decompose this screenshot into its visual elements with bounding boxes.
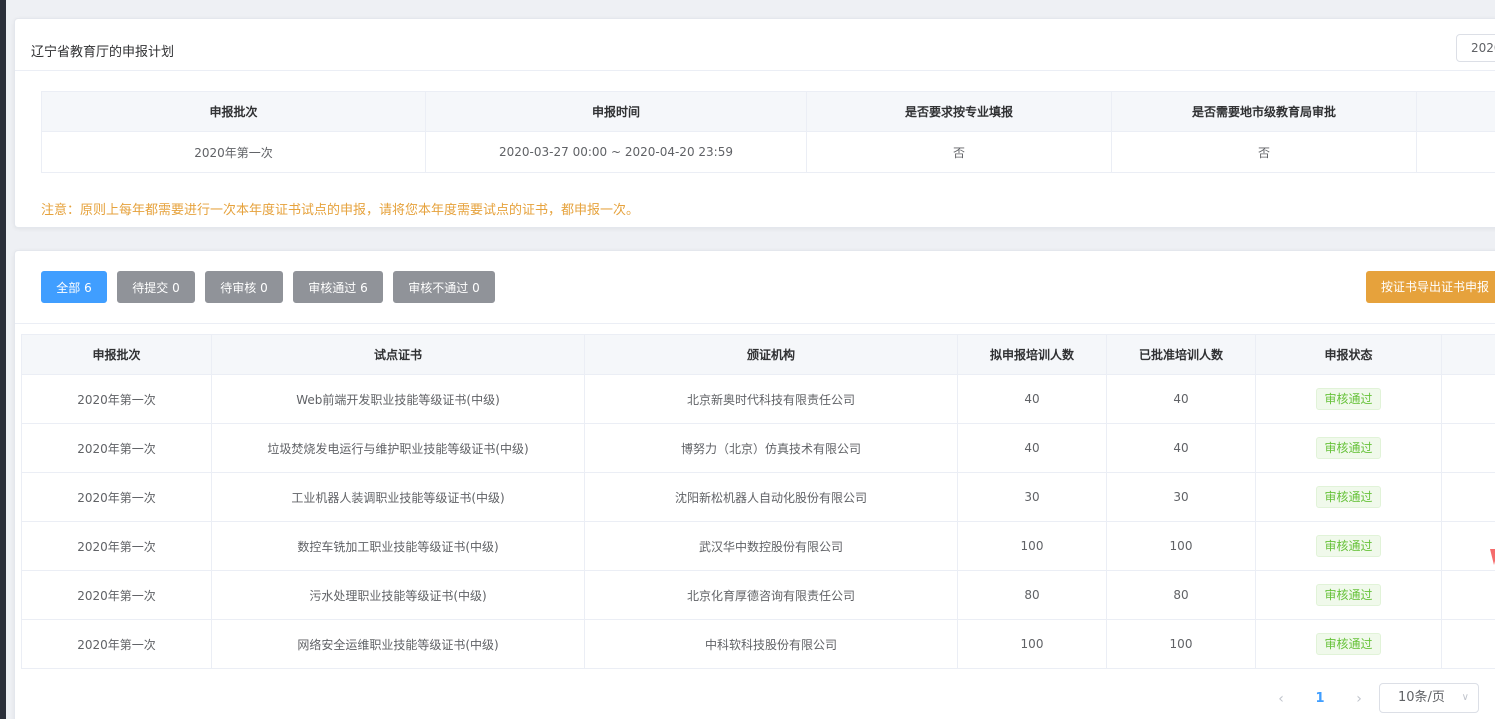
cell-batch: 2020年第一次 (21, 570, 212, 620)
cell-issuer: 中科软科技股份有限公司 (584, 619, 958, 669)
chevron-down-icon: ∨ (1461, 692, 1469, 703)
floating-marker-icon (1490, 549, 1495, 565)
plan-cell-batch: 2020年第一次 (41, 131, 426, 173)
page-size-select[interactable]: 10条/页 ∨ (1379, 683, 1479, 713)
cell-issuer: 博努力（北京）仿真技术有限公司 (584, 423, 958, 473)
divider (15, 323, 1495, 324)
col-status: 申报状态 (1255, 334, 1442, 375)
plan-col-city-approval: 是否需要地市级教育局审批 (1111, 91, 1417, 132)
cell-status: 审核通过 (1255, 374, 1442, 424)
plan-col-time: 申报时间 (425, 91, 807, 132)
status-badge: 审核通过 (1316, 633, 1381, 655)
plan-cell-extra (1416, 131, 1495, 173)
cell-planned: 40 (957, 374, 1107, 424)
cell-batch: 2020年第一次 (21, 472, 212, 522)
table-row: 2020年第一次 污水处理职业技能等级证书(中级) 北京化育厚德咨询有限责任公司… (21, 570, 1495, 620)
status-badge: 审核通过 (1316, 437, 1381, 459)
cell-batch: 2020年第一次 (21, 423, 212, 473)
table-row: 2020年第一次 垃圾焚烧发电运行与维护职业技能等级证书(中级) 博努力（北京）… (21, 423, 1495, 473)
cell-certificate: 垃圾焚烧发电运行与维护职业技能等级证书(中级) (211, 423, 585, 473)
page-size-label: 10条/页 (1398, 690, 1445, 705)
table-header-row: 申报批次 试点证书 颁证机构 拟申报培训人数 已批准培训人数 申报状态 (21, 334, 1495, 375)
sidebar-edge (0, 0, 6, 719)
filter-pending-review-button[interactable]: 待审核 0 (205, 271, 283, 303)
cell-certificate: 网络安全运维职业技能等级证书(中级) (211, 619, 585, 669)
cell-approved: 30 (1106, 472, 1256, 522)
cell-certificate: 污水处理职业技能等级证书(中级) (211, 570, 585, 620)
plan-card-header: 辽宁省教育厅的申报计划 2020 (15, 19, 1495, 71)
cell-actions (1441, 472, 1495, 522)
cell-actions (1441, 423, 1495, 473)
cell-issuer: 北京化育厚德咨询有限责任公司 (584, 570, 958, 620)
plan-cell-time: 2020-03-27 00:00 ~ 2020-04-20 23:59 (425, 131, 807, 173)
status-badge: 审核通过 (1316, 584, 1381, 606)
cell-status: 审核通过 (1255, 619, 1442, 669)
page-number-1[interactable]: 1 (1308, 685, 1332, 713)
cell-certificate: 数控车铣加工职业技能等级证书(中级) (211, 521, 585, 571)
cell-certificate: Web前端开发职业技能等级证书(中级) (211, 374, 585, 424)
pagination: ‹ 1 › 10条/页 ∨ (15, 683, 1495, 717)
plan-table-row: 2020年第一次 2020-03-27 00:00 ~ 2020-04-20 2… (41, 131, 1495, 173)
plan-table: 申报批次 申报时间 是否要求按专业填报 是否需要地市级教育局审批 2020年第一… (41, 91, 1495, 173)
cell-planned: 100 (957, 619, 1107, 669)
applications-card: 全部 6 待提交 0 待审核 0 审核通过 6 审核不通过 0 按证书导出证书申… (14, 250, 1495, 719)
cell-certificate: 工业机器人装调职业技能等级证书(中级) (211, 472, 585, 522)
cell-actions (1441, 374, 1495, 424)
cell-planned: 100 (957, 521, 1107, 571)
plan-notice: 注意：原则上每年都需要进行一次本年度证书试点的申报，请将您本年度需要试点的证书，… (41, 203, 640, 218)
cell-status: 审核通过 (1255, 472, 1442, 522)
plan-cell-city-approval: 否 (1111, 131, 1417, 173)
cell-approved: 40 (1106, 374, 1256, 424)
cell-planned: 40 (957, 423, 1107, 473)
cell-planned: 80 (957, 570, 1107, 620)
cell-issuer: 沈阳新松机器人自动化股份有限公司 (584, 472, 958, 522)
applications-table: 申报批次 试点证书 颁证机构 拟申报培训人数 已批准培训人数 申报状态 2020… (21, 334, 1495, 669)
cell-planned: 30 (957, 472, 1107, 522)
table-row: 2020年第一次 工业机器人装调职业技能等级证书(中级) 沈阳新松机器人自动化股… (21, 472, 1495, 522)
cell-actions (1441, 619, 1495, 669)
filter-pending-submit-button[interactable]: 待提交 0 (117, 271, 195, 303)
table-row: 2020年第一次 数控车铣加工职业技能等级证书(中级) 武汉华中数控股份有限公司… (21, 521, 1495, 571)
status-badge: 审核通过 (1316, 388, 1381, 410)
filter-rejected-button[interactable]: 审核不通过 0 (393, 271, 495, 303)
plan-table-header-row: 申报批次 申报时间 是否要求按专业填报 是否需要地市级教育局审批 (41, 91, 1495, 132)
status-badge: 审核通过 (1316, 486, 1381, 508)
export-by-certificate-button[interactable]: 按证书导出证书申报 (1366, 271, 1495, 303)
plan-cell-by-major: 否 (806, 131, 1112, 173)
plan-col-extra (1416, 91, 1495, 132)
cell-actions (1441, 521, 1495, 571)
status-badge: 审核通过 (1316, 535, 1381, 557)
col-batch: 申报批次 (21, 334, 212, 375)
plan-col-batch: 申报批次 (41, 91, 426, 132)
col-issuer: 颁证机构 (584, 334, 958, 375)
cell-approved: 100 (1106, 521, 1256, 571)
plan-col-by-major: 是否要求按专业填报 (806, 91, 1112, 132)
cell-status: 审核通过 (1255, 423, 1442, 473)
cell-status: 审核通过 (1255, 570, 1442, 620)
filter-all-button[interactable]: 全部 6 (41, 271, 107, 303)
next-page-icon[interactable]: › (1347, 685, 1371, 713)
col-certificate: 试点证书 (211, 334, 585, 375)
cell-issuer: 北京新奥时代科技有限责任公司 (584, 374, 958, 424)
plan-title: 辽宁省教育厅的申报计划 (31, 45, 175, 60)
plan-card: 辽宁省教育厅的申报计划 2020 申报批次 申报时间 是否要求按专业填报 是否需… (14, 18, 1495, 228)
cell-issuer: 武汉华中数控股份有限公司 (584, 521, 958, 571)
table-row: 2020年第一次 网络安全运维职业技能等级证书(中级) 中科软科技股份有限公司 … (21, 619, 1495, 669)
filter-approved-button[interactable]: 审核通过 6 (293, 271, 383, 303)
col-planned-trainees: 拟申报培训人数 (957, 334, 1107, 375)
prev-page-icon[interactable]: ‹ (1269, 685, 1293, 713)
cell-batch: 2020年第一次 (21, 619, 212, 669)
cell-batch: 2020年第一次 (21, 521, 212, 571)
cell-approved: 100 (1106, 619, 1256, 669)
cell-approved: 40 (1106, 423, 1256, 473)
cell-batch: 2020年第一次 (21, 374, 212, 424)
year-select[interactable]: 2020 (1456, 34, 1495, 62)
col-approved-trainees: 已批准培训人数 (1106, 334, 1256, 375)
cell-approved: 80 (1106, 570, 1256, 620)
col-actions (1441, 334, 1495, 375)
table-row: 2020年第一次 Web前端开发职业技能等级证书(中级) 北京新奥时代科技有限责… (21, 374, 1495, 424)
cell-actions (1441, 570, 1495, 620)
cell-status: 审核通过 (1255, 521, 1442, 571)
